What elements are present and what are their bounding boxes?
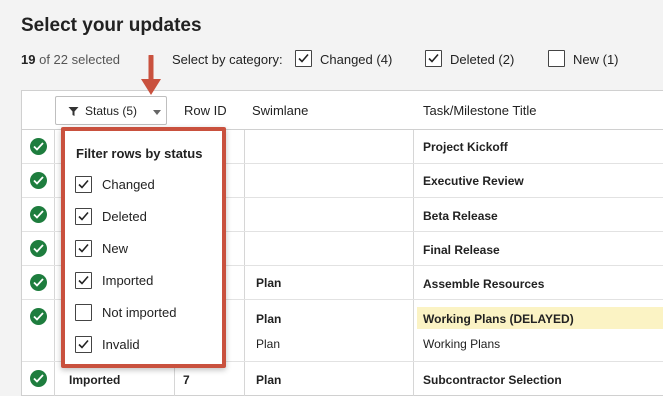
filter-option-label: New bbox=[102, 241, 129, 256]
task-title: Final Release bbox=[423, 243, 500, 257]
column-header-title[interactable]: Task/Milestone Title bbox=[423, 103, 536, 118]
task-title: Project Kickoff bbox=[423, 140, 508, 154]
filter-option-changed[interactable]: Changed bbox=[75, 176, 220, 194]
page-title: Select your updates bbox=[21, 15, 202, 36]
filter-checkbox[interactable] bbox=[75, 208, 92, 225]
check-icon bbox=[78, 211, 89, 221]
filter-checkbox[interactable] bbox=[75, 176, 92, 193]
category-label: Select by category: bbox=[172, 52, 283, 67]
new-category-label[interactable]: New (1) bbox=[573, 52, 619, 67]
status-filter-popup: Filter rows by status Changed Deleted Ne… bbox=[61, 127, 226, 368]
swimlane-cell: Plan bbox=[256, 276, 282, 290]
check-circle-icon bbox=[30, 138, 47, 155]
check-circle-icon bbox=[30, 274, 47, 291]
swimlane-cell-previous: Plan bbox=[256, 337, 281, 351]
filter-option-deleted[interactable]: Deleted bbox=[75, 208, 220, 226]
task-title: Working Plans (DELAYED) bbox=[423, 312, 574, 326]
check-icon bbox=[298, 53, 309, 63]
check-icon bbox=[428, 53, 439, 63]
grid-header: Status (5) Row ID Swimlane Task/Mileston… bbox=[22, 91, 663, 130]
filter-option-imported[interactable]: Imported bbox=[75, 272, 220, 290]
check-circle-icon bbox=[30, 240, 47, 257]
selected-count: 19 of 22 selected bbox=[21, 52, 120, 67]
arrow-down-icon bbox=[141, 55, 161, 95]
filter-popup-title: Filter rows by status bbox=[76, 146, 203, 161]
selected-count-number: 19 bbox=[21, 52, 36, 67]
deleted-category-label[interactable]: Deleted (2) bbox=[450, 52, 514, 67]
filter-option-invalid[interactable]: Invalid bbox=[75, 336, 220, 354]
task-title: Executive Review bbox=[423, 174, 524, 188]
row-id-cell: 7 bbox=[183, 373, 190, 387]
status-filter-label: Status (5) bbox=[85, 104, 138, 118]
filter-option-new[interactable]: New bbox=[75, 240, 220, 258]
filter-checkbox[interactable] bbox=[75, 304, 92, 321]
check-icon bbox=[78, 179, 89, 189]
deleted-category-checkbox[interactable] bbox=[425, 50, 442, 67]
check-circle-icon bbox=[30, 206, 47, 223]
filter-option-label: Changed bbox=[102, 177, 155, 192]
filter-option-label: Invalid bbox=[102, 337, 140, 352]
task-title: Assemble Resources bbox=[423, 277, 545, 291]
changed-category-checkbox[interactable] bbox=[295, 50, 312, 67]
task-title: Beta Release bbox=[423, 209, 498, 223]
check-icon bbox=[78, 275, 89, 285]
check-circle-icon bbox=[30, 370, 47, 387]
status-cell: Imported bbox=[69, 373, 121, 387]
filter-option-label: Deleted bbox=[102, 209, 147, 224]
changed-category-label[interactable]: Changed (4) bbox=[320, 52, 392, 67]
filter-checkbox[interactable] bbox=[75, 240, 92, 257]
column-header-swimlane[interactable]: Swimlane bbox=[252, 103, 308, 118]
check-circle-icon bbox=[30, 172, 47, 189]
filter-icon bbox=[68, 107, 79, 116]
new-category-checkbox[interactable] bbox=[548, 50, 565, 67]
check-circle-icon bbox=[30, 308, 47, 325]
check-icon bbox=[78, 339, 89, 349]
chevron-down-icon bbox=[153, 110, 161, 115]
swimlane-cell: Plan bbox=[256, 312, 282, 326]
selected-count-text: of 22 selected bbox=[39, 52, 121, 67]
task-title: Subcontractor Selection bbox=[423, 373, 562, 387]
check-icon bbox=[78, 243, 89, 253]
filter-checkbox[interactable] bbox=[75, 336, 92, 353]
swimlane-cell: Plan bbox=[256, 373, 282, 387]
filter-option-label: Imported bbox=[102, 273, 154, 288]
filter-option-not-imported[interactable]: Not imported bbox=[75, 304, 220, 322]
task-title-previous: Working Plans bbox=[423, 337, 501, 351]
filter-checkbox[interactable] bbox=[75, 272, 92, 289]
column-header-row-id[interactable]: Row ID bbox=[184, 103, 227, 118]
filter-option-label: Not imported bbox=[102, 305, 177, 320]
